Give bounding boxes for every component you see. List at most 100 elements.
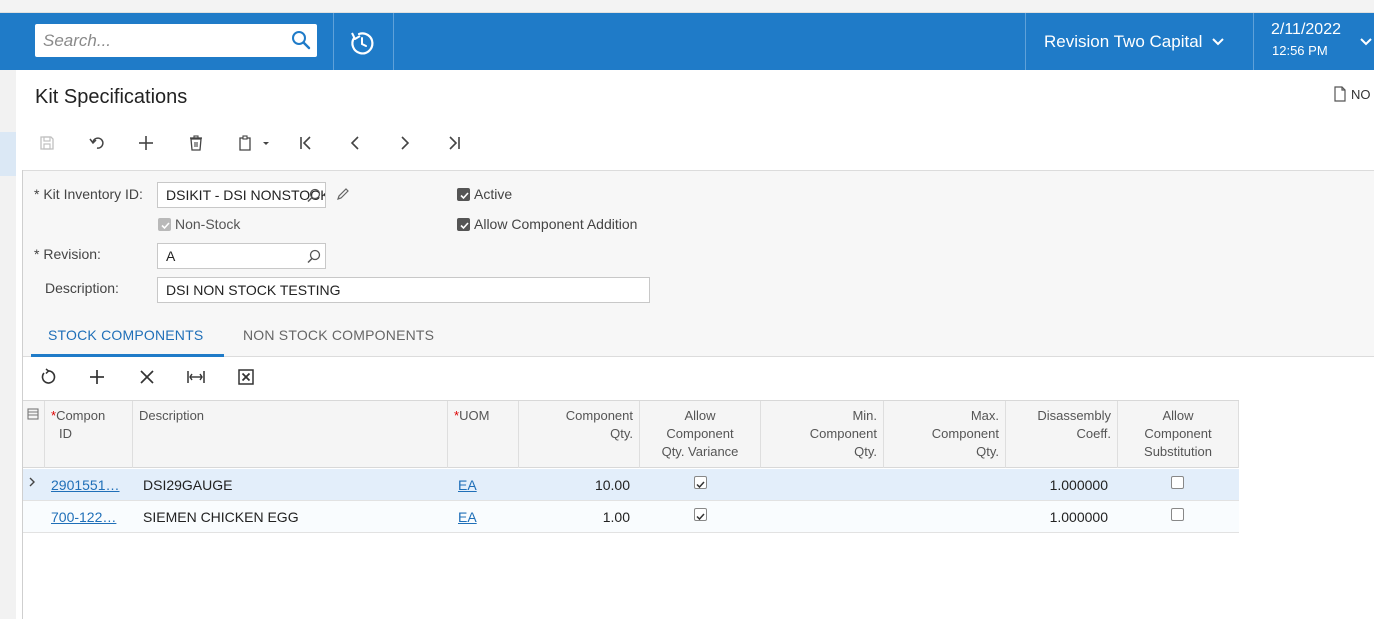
save-icon [40, 136, 54, 150]
table-row[interactable]: 2901551… DSI29GAUGE EA 10.00 1.000000 [23, 469, 1239, 501]
col-disassembly-coeff[interactable]: Disassembly Coeff. [1006, 401, 1118, 468]
allow-variance-checkbox[interactable] [694, 508, 707, 521]
topbar-divider [393, 13, 394, 70]
cell-disassembly-coeff[interactable]: 1.000000 [1006, 469, 1114, 501]
allow-variance-checkbox[interactable] [694, 476, 707, 489]
col-max-qty[interactable]: Max. Component Qty. [884, 401, 1006, 468]
fit-width-icon [187, 371, 205, 383]
pencil-icon[interactable] [335, 186, 351, 202]
refresh-icon [41, 368, 56, 384]
row-expander[interactable] [23, 469, 45, 501]
add-button[interactable] [135, 132, 157, 154]
last-icon [449, 136, 460, 150]
kit-inventory-id-value: DSIKIT - DSI NONSTOCK [166, 187, 326, 203]
tab-non-stock-components[interactable]: NON STOCK COMPONENTS [243, 327, 434, 343]
next-record-button[interactable] [394, 132, 416, 154]
revision-field[interactable]: A [157, 243, 326, 269]
description-field[interactable]: DSI NON STOCK TESTING [157, 277, 650, 303]
revision-label: * Revision: [34, 246, 101, 262]
active-label: Active [474, 186, 513, 202]
topbar-divider [1025, 13, 1026, 70]
magnifier-icon[interactable] [306, 187, 322, 203]
non-stock-label: Non-Stock [175, 216, 241, 232]
add-row-button[interactable] [87, 367, 107, 387]
excel-icon [238, 369, 254, 385]
fit-columns-button[interactable] [186, 367, 206, 387]
search-box [35, 24, 317, 57]
undo-button[interactable] [86, 132, 108, 154]
grid-toolbar [23, 357, 1374, 399]
description-label: Description: [45, 280, 119, 296]
plus-icon [139, 136, 153, 150]
allow-component-addition-label: Allow Component Addition [474, 216, 638, 232]
first-record-button[interactable] [295, 132, 317, 154]
cell-uom[interactable]: EA [452, 501, 519, 533]
history-icon[interactable] [348, 29, 376, 57]
chevron-right-icon [29, 477, 35, 487]
business-time[interactable]: 12:56 PM [1272, 43, 1328, 58]
save-button[interactable] [36, 132, 58, 154]
undo-icon [89, 137, 104, 149]
magnifier-icon[interactable] [306, 248, 322, 264]
tab-stock-components[interactable]: STOCK COMPONENTS [48, 327, 203, 343]
page-title: Kit Specifications [35, 86, 188, 108]
col-min-qty[interactable]: Min. Component Qty. [761, 401, 884, 468]
allow-substitution-checkbox[interactable] [1171, 476, 1184, 489]
search-input[interactable] [35, 24, 285, 57]
allow-component-addition-checkbox[interactable] [457, 218, 470, 231]
last-record-button[interactable] [443, 132, 465, 154]
col-allow-qty-variance[interactable]: Allow Component Qty. Variance [640, 401, 761, 468]
clipboard-icon [239, 135, 269, 151]
chevron-down-icon[interactable] [1359, 37, 1373, 47]
previous-record-button[interactable] [344, 132, 366, 154]
top-bar: Revision Two Capital 2/11/2022 12:56 PM [0, 13, 1374, 70]
notes-link[interactable]: NO [1333, 86, 1371, 102]
col-component-id[interactable]: *Compon ID [45, 401, 133, 468]
cell-disassembly-coeff[interactable]: 1.000000 [1006, 501, 1114, 533]
delete-row-button[interactable] [137, 367, 157, 387]
cell-max-qty[interactable] [884, 501, 1002, 533]
col-description[interactable]: Description [133, 401, 448, 468]
cell-min-qty[interactable] [761, 501, 880, 533]
first-icon [300, 136, 311, 150]
chevron-left-icon [350, 136, 359, 150]
kit-inventory-id-field[interactable]: DSIKIT - DSI NONSTOCK [157, 182, 326, 208]
left-nav-selected[interactable] [0, 132, 16, 176]
row-selector-header[interactable] [23, 401, 45, 468]
col-uom[interactable]: *UOM [448, 401, 519, 468]
non-stock-checkbox[interactable] [158, 218, 171, 231]
col-component-qty[interactable]: Component Qty. [519, 401, 640, 468]
grid-header: *Compon ID Description *UOM Component Qty.… [23, 400, 1239, 468]
tab-bar: STOCK COMPONENTS NON STOCK COMPONENTS [23, 319, 1374, 357]
active-checkbox[interactable] [457, 188, 470, 201]
search-icon[interactable] [291, 30, 311, 50]
export-excel-button[interactable] [236, 367, 256, 387]
col-allow-substitution[interactable]: Allow Component Substitution [1118, 401, 1239, 468]
close-icon [140, 370, 154, 384]
business-date[interactable]: 2/11/2022 [1271, 21, 1341, 39]
cell-description[interactable]: DSI29GAUGE [137, 469, 448, 501]
company-selector[interactable]: Revision Two Capital [1044, 32, 1202, 52]
cell-uom[interactable]: EA [452, 469, 519, 501]
chevron-right-icon [401, 136, 410, 150]
cell-component-id[interactable]: 2901551… [45, 469, 133, 501]
cell-description[interactable]: SIEMEN CHICKEN EGG [137, 501, 448, 533]
plus-icon [90, 370, 104, 384]
clipboard-button[interactable] [235, 132, 275, 154]
cell-component-id[interactable]: 700-122… [45, 501, 133, 533]
document-icon [1334, 86, 1346, 102]
trash-icon [190, 135, 202, 151]
chevron-down-icon[interactable] [1211, 37, 1225, 47]
refresh-button[interactable] [38, 367, 58, 387]
table-row[interactable]: 700-122… SIEMEN CHICKEN EGG EA 1.00 1.00… [23, 501, 1239, 533]
delete-button[interactable] [185, 132, 207, 154]
grid-settings-icon [27, 408, 39, 420]
kit-inventory-id-label: * Kit Inventory ID: [34, 186, 143, 202]
browser-top-strip [0, 0, 1374, 13]
cell-max-qty[interactable] [884, 469, 1002, 501]
allow-substitution-checkbox[interactable] [1171, 508, 1184, 521]
cell-min-qty[interactable] [761, 469, 880, 501]
cell-component-qty[interactable]: 1.00 [519, 501, 636, 533]
notes-label: NO [1351, 86, 1371, 102]
cell-component-qty[interactable]: 10.00 [519, 469, 636, 501]
